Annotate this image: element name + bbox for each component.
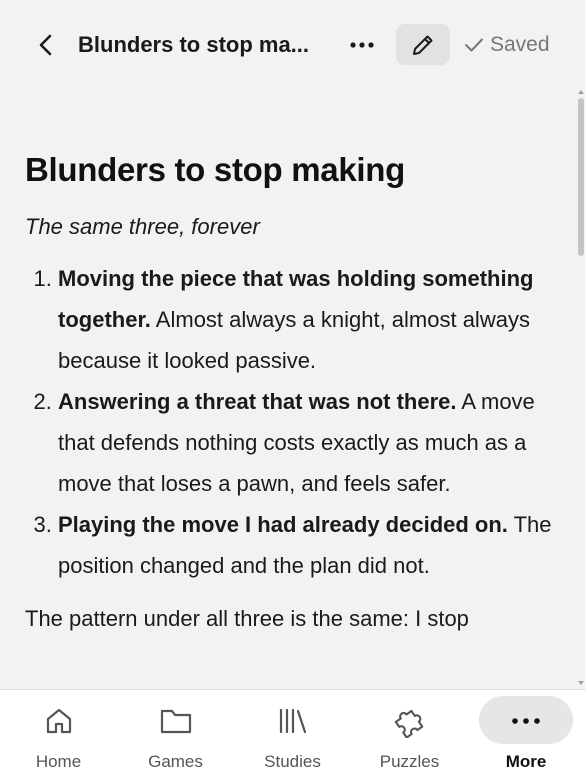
nav-item-puzzles[interactable]: Puzzles bbox=[351, 690, 468, 780]
pencil-icon bbox=[413, 35, 433, 55]
more-options-button[interactable] bbox=[344, 28, 380, 62]
more-horizontal-icon bbox=[512, 718, 540, 724]
document-content[interactable]: Blunders to stop making The same three, … bbox=[25, 148, 565, 688]
scroll-down-arrow[interactable] bbox=[578, 681, 584, 685]
scroll-up-arrow[interactable] bbox=[578, 90, 584, 94]
check-icon bbox=[465, 38, 483, 52]
home-icon bbox=[46, 708, 71, 734]
top-bar: Blunders to stop ma... Saved bbox=[0, 0, 585, 90]
nav-item-studies[interactable]: Studies bbox=[234, 690, 351, 780]
nav-label: Puzzles bbox=[379, 752, 440, 771]
edit-button[interactable] bbox=[396, 24, 450, 65]
list-item: Moving the piece that was holding someth… bbox=[58, 258, 565, 381]
list-item: Playing the move I had already decided o… bbox=[58, 504, 565, 586]
saved-status: Saved bbox=[464, 30, 550, 60]
library-icon bbox=[279, 708, 306, 734]
chevron-left-icon bbox=[39, 34, 52, 56]
document-subtitle: The same three, forever bbox=[25, 214, 260, 239]
folder-icon bbox=[160, 709, 191, 734]
nav-label: Studies bbox=[264, 752, 321, 771]
list-item-bold: Answering a threat that was not there. bbox=[58, 389, 457, 414]
scrollbar-thumb[interactable] bbox=[578, 98, 584, 256]
nav-item-home[interactable]: Home bbox=[0, 690, 117, 780]
saved-label: Saved bbox=[490, 33, 550, 56]
back-button[interactable] bbox=[30, 28, 62, 62]
nav-item-games[interactable]: Games bbox=[117, 690, 234, 780]
nav-label: Home bbox=[35, 752, 82, 771]
closing-paragraph: The pattern under all three is the same:… bbox=[25, 606, 469, 631]
document-title: Blunders to stop ma... bbox=[78, 32, 310, 57]
puzzle-icon bbox=[394, 709, 423, 738]
nav-item-more[interactable]: More bbox=[477, 690, 585, 780]
nav-label: More bbox=[505, 752, 547, 771]
document-heading: Blunders to stop making bbox=[25, 151, 405, 188]
nav-label: Games bbox=[148, 752, 203, 771]
more-horizontal-icon bbox=[350, 42, 374, 48]
list-item: Answering a threat that was not there. A… bbox=[58, 381, 565, 504]
bottom-navigation: Home Games Studies Puzzles More bbox=[0, 689, 585, 780]
list-item-bold: Playing the move I had already decided o… bbox=[58, 512, 508, 537]
blunders-list: Moving the piece that was holding someth… bbox=[25, 258, 565, 586]
